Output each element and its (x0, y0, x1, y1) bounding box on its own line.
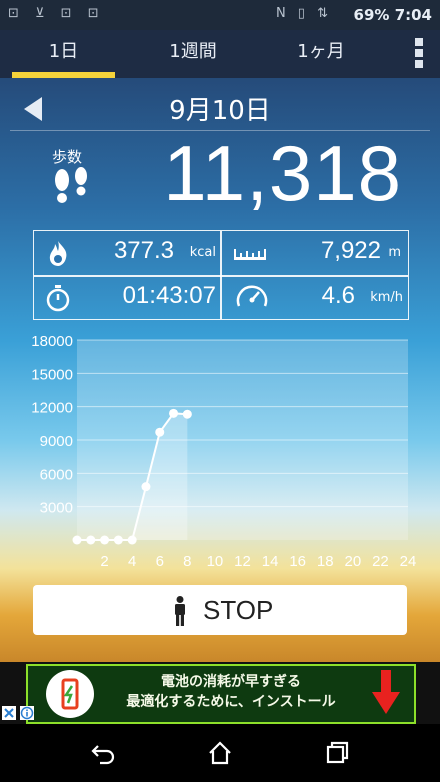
x-tick-label: 2 (100, 553, 108, 570)
x-tick-label: 8 (183, 553, 191, 570)
flame-icon (49, 241, 67, 266)
x-tick-label: 22 (372, 553, 389, 570)
ad-banner: 電池の消耗が早すぎる 最適化するために、インストール (0, 662, 440, 724)
battery-time: 69% 7:04 (354, 6, 432, 24)
system-navbar (0, 724, 440, 782)
data-point (169, 408, 179, 418)
tab-month[interactable]: 1ヶ月 (266, 30, 376, 78)
distance-unit: m (388, 245, 401, 260)
ad-text: 電池の消耗が早すぎる 最適化するために、インストール (106, 672, 356, 712)
ad-app-logo (46, 670, 94, 718)
distance-value: 7,922 (320, 237, 381, 264)
y-tick-label: 15000 (31, 366, 73, 383)
speedometer-icon (236, 285, 268, 307)
x-tick-label: 12 (234, 553, 251, 570)
ad-content[interactable]: 電池の消耗が早すぎる 最適化するために、インストール (26, 664, 416, 724)
ad-info-icon[interactable] (20, 706, 34, 720)
ad-close-icon[interactable] (2, 706, 16, 720)
date-row: 9月10日 (10, 86, 430, 131)
period-tabbar: 1日 1週間 1ヶ月 (0, 30, 440, 78)
data-point (113, 535, 123, 545)
home-icon[interactable] (207, 740, 233, 766)
y-tick-label: 6000 (40, 466, 73, 483)
speed-value: 4.6 (321, 282, 355, 309)
x-tick-label: 10 (207, 553, 224, 570)
overflow-menu-icon[interactable] (414, 38, 424, 68)
ad-line-1: 電池の消耗が早すぎる (161, 674, 301, 690)
stop-button-label: STOP (203, 595, 274, 625)
distance-cell: 7,922 m (221, 231, 407, 275)
speed-unit: km/h (370, 290, 403, 305)
ruler-icon (234, 249, 266, 260)
calories-unit: kcal (189, 245, 216, 260)
stats-grid: 377.3 kcal 7,922 m 01:43:07 4.6 km/h (33, 230, 409, 320)
y-tick-label: 12000 (31, 400, 73, 417)
hourly-steps-chart: 1800015000120009000600030002 4 6 8 10 12 14 16 1… (31, 334, 417, 570)
steps-label: 歩数 (52, 148, 83, 166)
data-point (72, 535, 82, 545)
x-tick-label: 16 (289, 553, 306, 570)
tab-day[interactable]: 1日 (12, 30, 115, 78)
x-tick-label: 6 (156, 553, 164, 570)
data-point (155, 427, 165, 437)
x-tick-label: 20 (344, 553, 361, 570)
calories-cell: 377.3 kcal (34, 231, 220, 275)
data-point (141, 482, 151, 492)
x-tick-label: 24 (400, 553, 417, 570)
x-tick-label: 4 (128, 553, 136, 570)
ad-line-2: 最適化するために、インストール (126, 694, 336, 710)
date-label: 9月10日 (169, 96, 271, 126)
clock: 7:04 (394, 6, 432, 24)
stop-button[interactable]: STOP (33, 585, 407, 635)
system-status-icons: N ▯ ⇅ (275, 6, 332, 21)
battery-level: 69% (353, 6, 390, 24)
calories-value: 377.3 (113, 237, 174, 264)
data-point (100, 535, 110, 545)
steps-count: 11,318 (163, 129, 402, 217)
duration-value: 01:43:07 (122, 282, 216, 309)
down-arrow-icon (372, 670, 400, 714)
x-tick-label: 18 (317, 553, 334, 570)
duration-cell: 01:43:07 (34, 276, 220, 320)
recent-apps-icon[interactable] (324, 740, 350, 766)
speed-cell: 4.6 km/h (221, 276, 407, 320)
y-tick-label: 3000 (40, 500, 73, 517)
data-point (127, 535, 137, 545)
data-point (182, 409, 192, 419)
person-icon (175, 596, 185, 626)
status-bar: ⊡ ⊻ ⊡ ⊡ N ▯ ⇅ 69% 7:04 (0, 0, 440, 30)
y-tick-label: 18000 (31, 334, 73, 350)
main-panel: 9月10日 歩数 11,318 377.3 kcal 7,922 m 01:43… (0, 78, 440, 662)
stopwatch-icon (46, 285, 70, 312)
tab-week[interactable]: 1週間 (138, 30, 248, 78)
back-icon[interactable] (90, 740, 116, 766)
data-point (86, 535, 96, 545)
footprints-icon (55, 167, 87, 203)
notification-icons: ⊡ ⊻ ⊡ ⊡ (8, 6, 105, 21)
x-tick-label: 14 (262, 553, 279, 570)
y-tick-label: 9000 (40, 433, 73, 450)
